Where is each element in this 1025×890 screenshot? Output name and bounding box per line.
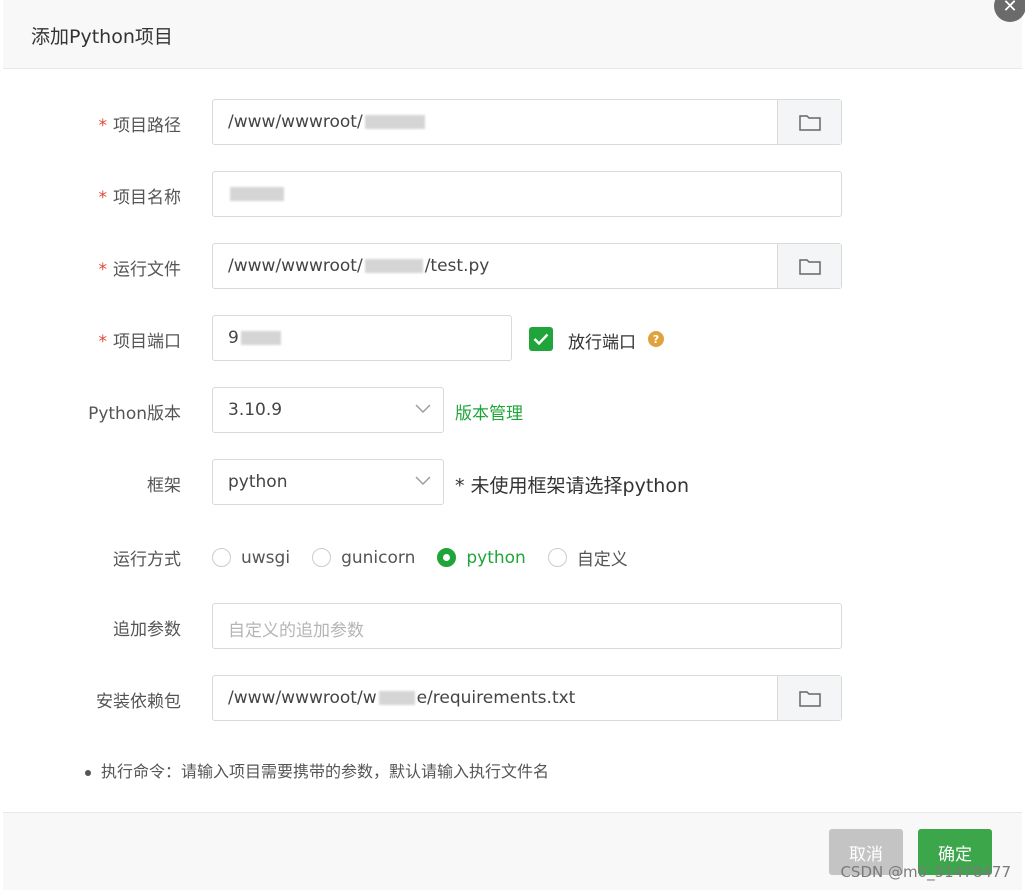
row-run-mode: 运行方式 uwsgi gunicorn python 自定义 [3, 533, 1022, 581]
folder-icon [798, 115, 821, 131]
row-project-path: * 项目路径 /www/wwwroot/ [3, 99, 1022, 147]
dialog-title-bar: 添加Python项目 [3, 0, 1022, 69]
extra-args-label: 追加参数 [113, 620, 181, 640]
row-project-name: * 项目名称 [3, 171, 1022, 219]
version-manage-link[interactable]: 版本管理 [455, 399, 523, 424]
radio-python[interactable] [437, 548, 457, 567]
extra-args-placeholder: 自定义的追加参数 [228, 621, 364, 641]
row-framework: 框架 python * 未使用框架请选择python [3, 459, 1022, 507]
python-version-value: 3.10.9 [228, 400, 283, 420]
run-mode-radio-group: uwsgi gunicorn python 自定义 [212, 545, 650, 570]
command-note: 执行命令：请输入项目需要携带的参数，默认请输入执行文件名 [85, 758, 549, 782]
watermark: CSDN @m0_51478477 [840, 863, 1011, 881]
row-project-port: * 项目端口 9 放行端口 ? [3, 315, 1022, 363]
check-icon [533, 333, 549, 345]
framework-select[interactable]: python [212, 459, 444, 505]
run-file-label: * 运行文件 [98, 260, 182, 280]
run-mode-option-custom[interactable]: 自定义 [547, 545, 628, 570]
run-mode-label: 运行方式 [113, 550, 181, 570]
framework-label: 框架 [147, 476, 181, 496]
run-file-folder-button[interactable] [777, 244, 841, 288]
framework-value: python [228, 472, 288, 492]
row-extra-args: 追加参数 自定义的追加参数 [3, 603, 1022, 651]
requirements-folder-button[interactable] [777, 676, 841, 720]
framework-hint: * 未使用框架请选择python [455, 475, 690, 497]
radio-uwsgi[interactable] [212, 548, 231, 567]
extra-args-input[interactable]: 自定义的追加参数 [212, 603, 842, 649]
project-port-value: 9 [228, 328, 239, 348]
row-python-version: Python版本 3.10.9 版本管理 [3, 387, 1022, 435]
folder-icon [798, 259, 821, 275]
run-mode-option-gunicorn[interactable]: gunicorn [312, 548, 415, 568]
chevron-down-icon [415, 476, 431, 485]
python-version-select[interactable]: 3.10.9 [212, 387, 444, 433]
requirements-input[interactable]: /www/wwwroot/w e/requirements.txt [212, 675, 842, 721]
requirements-label: 安装依赖包 [96, 692, 181, 712]
folder-icon [798, 691, 821, 707]
chevron-down-icon [415, 404, 431, 413]
dialog-title: 添加Python项目 [31, 26, 173, 48]
requirements-value-suffix: e/requirements.txt [416, 688, 576, 708]
row-run-file: * 运行文件 /www/wwwroot/ /test.py [3, 243, 1022, 291]
add-python-project-dialog: 添加Python项目 ✕ * 项目路径 /www/wwwroot/ * 项目名称 *… [3, 0, 1025, 890]
bullet-icon [85, 769, 91, 776]
help-icon[interactable]: ? [648, 331, 664, 347]
project-path-label: * 项目路径 [98, 116, 182, 136]
radio-custom[interactable] [547, 548, 567, 567]
project-name-input[interactable] [212, 171, 842, 217]
run-mode-option-uwsgi[interactable]: uwsgi [212, 548, 290, 568]
run-file-input[interactable]: /www/wwwroot/ /test.py [212, 243, 842, 289]
project-path-input[interactable]: /www/wwwroot/ [212, 99, 842, 145]
radio-gunicorn[interactable] [312, 548, 332, 567]
requirements-value-prefix: /www/wwwroot/w [228, 688, 377, 708]
open-port-checkbox[interactable] [529, 327, 553, 351]
project-path-value: /www/wwwroot/ [228, 112, 363, 132]
run-file-value-suffix: /test.py [424, 256, 490, 276]
project-port-label: * 项目端口 [98, 332, 182, 352]
project-name-label: * 项目名称 [98, 188, 182, 208]
open-port-label[interactable]: 放行端口 [568, 328, 636, 353]
python-version-label: Python版本 [88, 404, 181, 424]
project-path-folder-button[interactable] [777, 100, 841, 144]
run-file-value-prefix: /www/wwwroot/ [228, 256, 363, 276]
run-mode-option-python[interactable]: python [437, 548, 526, 568]
project-port-input[interactable]: 9 [212, 315, 512, 361]
row-requirements: 安装依赖包 /www/wwwroot/w e/requirements.txt [3, 675, 1022, 723]
